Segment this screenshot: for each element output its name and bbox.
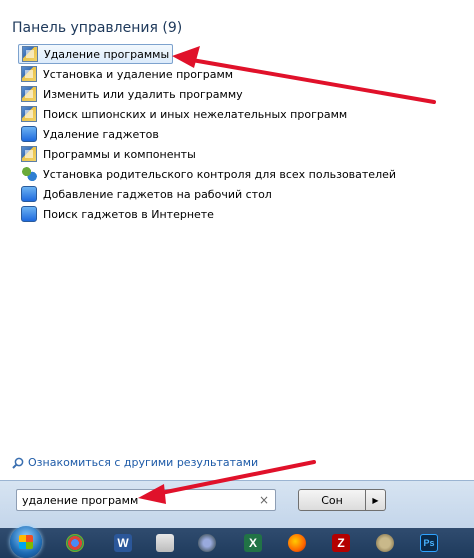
result-label: Удаление программы [44, 47, 170, 61]
control-panel-icon [21, 86, 37, 102]
gadget-icon [21, 126, 37, 142]
word-icon[interactable]: W [114, 534, 132, 552]
chrome-icon[interactable] [66, 534, 84, 552]
search-bar-row: удаление программ × Сон ▶ [0, 480, 474, 529]
clear-search-icon[interactable]: × [259, 493, 269, 507]
result-label: Изменить или удалить программу [43, 87, 243, 101]
result-item-find-gadgets-online[interactable]: Поиск гаджетов в Интернете [18, 204, 458, 224]
result-label: Удаление гаджетов [43, 127, 159, 141]
excel-icon[interactable]: X [244, 534, 262, 552]
search-input-value: удаление программ [22, 493, 139, 507]
result-label: Поиск шпионских и иных нежелательных про… [43, 107, 348, 121]
result-item-parental-control[interactable]: Установка родительского контроля для все… [18, 164, 458, 184]
taskbar: W X Z Ps [0, 526, 474, 558]
result-label: Программы и компоненты [43, 147, 196, 161]
result-label: Поиск гаджетов в Интернете [43, 207, 214, 221]
result-item-remove-gadgets[interactable]: Удаление гаджетов [18, 124, 458, 144]
snipping-icon[interactable] [156, 534, 174, 552]
see-more-results-link[interactable]: Ознакомиться с другими результатами [12, 456, 258, 469]
control-panel-icon [21, 106, 37, 122]
gimp-icon[interactable] [376, 534, 394, 552]
control-panel-icon [21, 66, 37, 82]
control-panel-icon [21, 146, 37, 162]
power-options-arrow-icon[interactable]: ▶ [366, 489, 386, 511]
result-label: Добавление гаджетов на рабочий стол [43, 187, 272, 201]
search-input[interactable]: удаление программ × [16, 489, 276, 511]
result-item-add-remove-programs[interactable]: Установка и удаление программ [18, 64, 458, 84]
results-group-header[interactable]: Панель управления (9) [12, 20, 182, 36]
start-menu: Панель управления (9) Удаление программы… [0, 0, 474, 529]
parental-control-icon [21, 166, 37, 182]
start-orb[interactable] [10, 526, 42, 558]
result-item-programs-features[interactable]: Программы и компоненты [18, 144, 458, 164]
result-item-uninstall-program[interactable]: Удаление программы [18, 44, 173, 64]
result-item-add-gadgets[interactable]: Добавление гаджетов на рабочий стол [18, 184, 458, 204]
result-item-spyware-search[interactable]: Поиск шпионских и иных нежелательных про… [18, 104, 458, 124]
result-item-change-remove-program[interactable]: Изменить или удалить программу [18, 84, 458, 104]
network-icon[interactable] [198, 534, 216, 552]
result-label: Установка и удаление программ [43, 67, 234, 81]
gadget-icon [21, 186, 37, 202]
sleep-button[interactable]: Сон [298, 489, 366, 511]
see-more-results-label: Ознакомиться с другими результатами [28, 456, 259, 469]
firefox-icon[interactable] [288, 534, 306, 552]
windows-logo-icon [19, 535, 33, 549]
power-control: Сон ▶ [298, 489, 386, 511]
search-results-pane: Панель управления (9) Удаление программы… [0, 0, 474, 480]
gadget-icon [21, 206, 37, 222]
control-panel-icon [22, 46, 38, 62]
photoshop-icon[interactable]: Ps [420, 534, 438, 552]
result-label: Установка родительского контроля для все… [43, 167, 397, 181]
results-list: Удаление программы Установка и удаление … [18, 44, 458, 224]
search-icon [12, 457, 24, 469]
filezilla-icon[interactable]: Z [332, 534, 350, 552]
